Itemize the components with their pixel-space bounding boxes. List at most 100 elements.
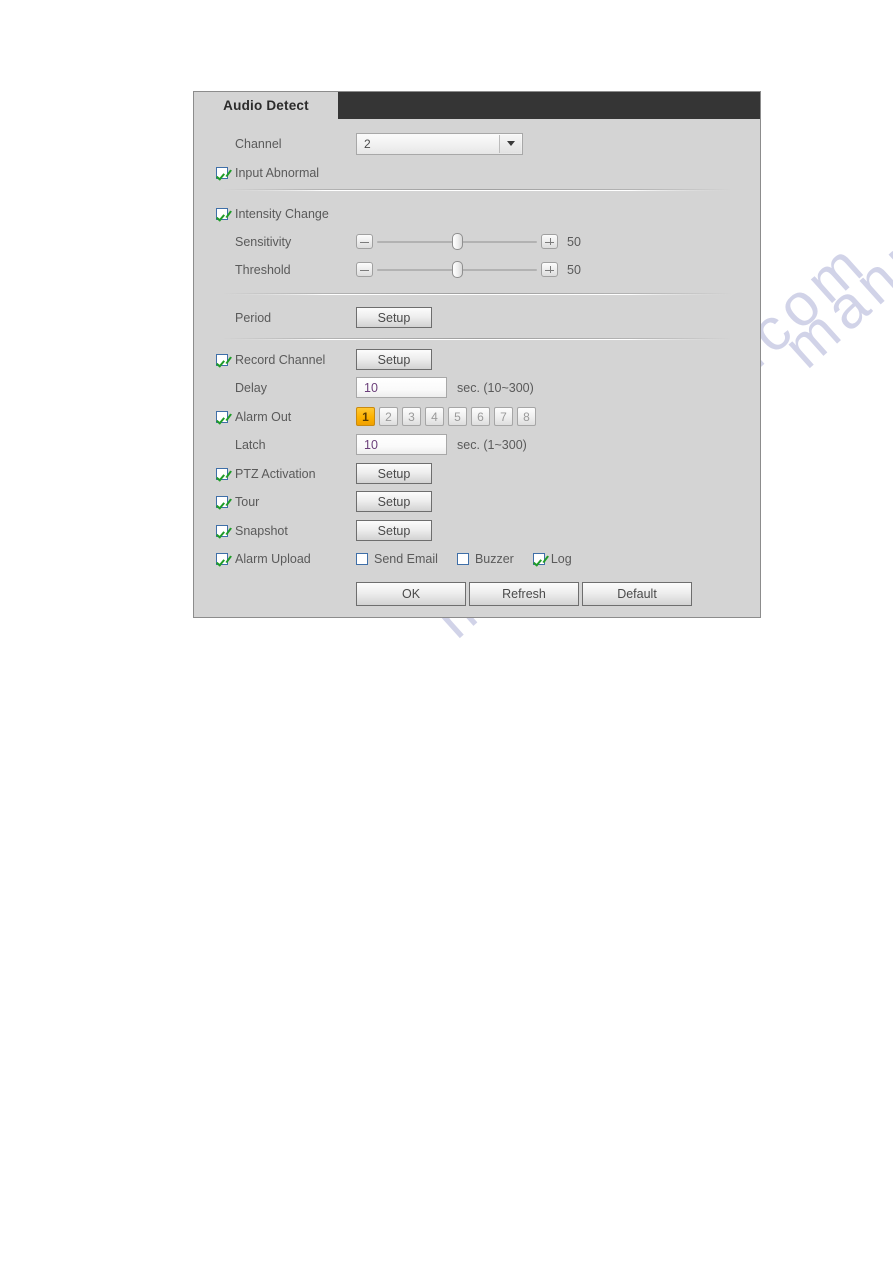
alarm-out-control: 1 2 3 4 5 6 7 8 [356,407,536,426]
alarm-out-button-5[interactable]: 5 [448,407,467,426]
alarm-out-button-4[interactable]: 4 [425,407,444,426]
channel-label: Channel [235,136,282,151]
plus-icon[interactable] [541,262,558,277]
send-email-label: Send Email [374,551,438,566]
period-setup-button[interactable]: Setup [356,307,432,328]
tour-setup-button[interactable]: Setup [356,491,432,512]
chevron-down-icon[interactable] [499,134,521,153]
log-checkbox[interactable] [532,552,545,565]
row-threshold: Threshold 50 [194,255,760,284]
row-sensitivity: Sensitivity 50 [194,227,760,256]
minus-icon[interactable] [356,262,373,277]
alarm-out-button-7[interactable]: 7 [494,407,513,426]
default-button[interactable]: Default [582,582,692,606]
input-abnormal-label: Input Abnormal [235,165,320,180]
snapshot-group[interactable]: Snapshot [216,524,288,538]
input-abnormal-checkbox[interactable] [216,166,228,179]
alarm-out-button-1[interactable]: 1 [356,407,375,426]
ptz-activation-checkbox[interactable] [216,467,228,480]
channel-select[interactable]: 2 [356,132,523,155]
sensitivity-control: 50 [356,233,581,250]
send-email-group[interactable]: Send Email [356,552,438,566]
latch-unit: sec. (1~300) [457,437,527,452]
alarm-out-button-6[interactable]: 6 [471,407,490,426]
row-ptz-activation: PTZ Activation Setup [194,459,760,488]
snapshot-control: Setup [356,520,432,541]
ptz-activation-group[interactable]: PTZ Activation [216,467,316,481]
alarm-out-button-8[interactable]: 8 [517,407,536,426]
tour-group[interactable]: Tour [216,495,259,509]
tour-checkbox[interactable] [216,495,228,508]
sensitivity-thumb[interactable] [452,233,463,250]
threshold-thumb[interactable] [452,261,463,278]
row-tour: Tour Setup [194,487,760,516]
buzzer-label: Buzzer [474,551,514,566]
delay-input[interactable]: 10 [356,377,447,398]
channel-select-value: 2 [364,136,371,151]
alarm-upload-checkbox[interactable] [216,552,228,565]
ptz-activation-control: Setup [356,463,432,484]
row-alarm-upload: Alarm Upload Send Email Buzzer Log [194,544,760,573]
row-latch: Latch 10 sec. (1~300) [194,430,760,459]
alarm-out-label: Alarm Out [235,409,292,424]
sensitivity-value: 50 [567,234,581,249]
row-period: Period Setup [194,303,760,332]
record-channel-group[interactable]: Record Channel [216,353,325,367]
latch-label: Latch [235,437,266,452]
alarm-out-checkbox[interactable] [216,410,228,423]
watermark-upper: manualshive.com [770,0,893,381]
record-channel-label: Record Channel [235,352,326,367]
alarm-out-button-2[interactable]: 2 [379,407,398,426]
channel-control: 2 [356,132,523,155]
ok-button[interactable]: OK [356,582,466,606]
record-channel-control: Setup [356,349,432,370]
latch-input[interactable]: 10 [356,434,447,455]
buzzer-group[interactable]: Buzzer [456,551,514,566]
threshold-control: 50 [356,261,581,278]
intensity-change-group[interactable]: Intensity Change [216,207,329,221]
delay-control: 10 sec. (10~300) [356,377,534,398]
sensitivity-slider[interactable]: 50 [356,233,581,250]
alarm-out-group[interactable]: Alarm Out [216,410,291,424]
plus-icon[interactable] [541,234,558,249]
tab-audio-detect[interactable]: Audio Detect [194,92,338,119]
action-buttons: OK Refresh Default [356,582,692,606]
log-group[interactable]: Log [532,552,572,566]
input-abnormal-group[interactable]: Input Abnormal [216,166,319,180]
send-email-checkbox[interactable] [356,552,368,565]
snapshot-setup-button[interactable]: Setup [356,520,432,541]
row-record-channel: Record Channel Setup [194,345,760,374]
snapshot-label: Snapshot [235,523,288,538]
row-channel: Channel 2 [194,129,760,158]
threshold-slider[interactable]: 50 [356,261,581,278]
alarm-out-buttons: 1 2 3 4 5 6 7 8 [356,407,536,426]
delay-label: Delay [235,380,267,395]
tour-control: Setup [356,491,432,512]
minus-icon[interactable] [356,234,373,249]
buzzer-checkbox[interactable] [456,552,469,565]
refresh-button[interactable]: Refresh [469,582,579,606]
row-input-abnormal: Input Abnormal [194,158,760,187]
threshold-label: Threshold [235,262,291,277]
intensity-change-checkbox[interactable] [216,207,228,220]
delay-unit: sec. (10~300) [457,380,534,395]
divider-3 [222,338,732,340]
audio-detect-panel: Audio Detect Channel 2 Input Abnormal In… [193,91,761,618]
alarm-upload-group[interactable]: Alarm Upload [216,552,311,566]
row-delay: Delay 10 sec. (10~300) [194,373,760,402]
panel-titlebar: Audio Detect [194,92,760,119]
alarm-upload-options: Send Email Buzzer Log [356,552,572,566]
latch-control: 10 sec. (1~300) [356,434,527,455]
snapshot-checkbox[interactable] [216,524,228,537]
ptz-activation-setup-button[interactable]: Setup [356,463,432,484]
intensity-change-label: Intensity Change [235,206,329,221]
threshold-value: 50 [567,262,581,277]
sensitivity-track[interactable] [377,233,537,250]
record-channel-checkbox[interactable] [216,353,228,366]
record-channel-setup-button[interactable]: Setup [356,349,432,370]
row-snapshot: Snapshot Setup [194,516,760,545]
alarm-upload-label: Alarm Upload [235,551,311,566]
threshold-track[interactable] [377,261,537,278]
alarm-out-button-3[interactable]: 3 [402,407,421,426]
ptz-activation-label: PTZ Activation [235,466,316,481]
